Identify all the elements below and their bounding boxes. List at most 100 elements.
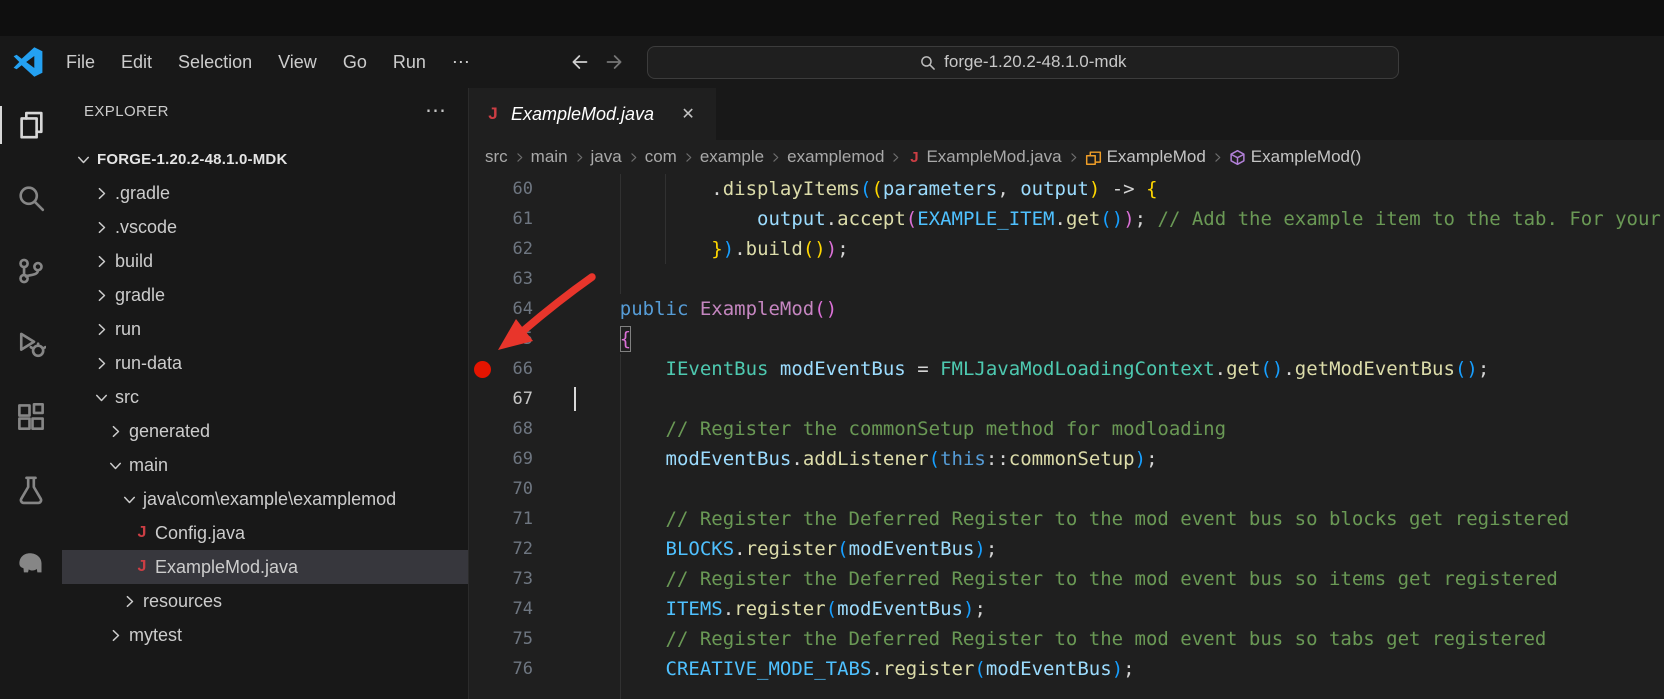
tree-item-vscode[interactable]: .vscode: [62, 210, 468, 244]
nav-forward-button[interactable]: [597, 45, 633, 79]
breadcrumb-5-examplemod[interactable]: examplemod: [787, 147, 884, 167]
activity-testing[interactable]: [0, 465, 62, 515]
code-token: modEventBus: [985, 658, 1112, 680]
code-token: addListener: [802, 448, 929, 470]
tree-item-run[interactable]: run: [62, 312, 468, 346]
tree-item-resources[interactable]: resources: [62, 584, 468, 618]
activity-extensions[interactable]: [0, 392, 62, 442]
tree-item-build[interactable]: build: [62, 244, 468, 278]
menu-go[interactable]: Go: [330, 45, 380, 80]
code-token: register: [882, 658, 975, 680]
menu-view[interactable]: View: [265, 45, 330, 80]
tree-item-forge-1-20-2-48-1-0-mdk[interactable]: FORGE-1.20.2-48.1.0-MDK: [62, 142, 468, 176]
line-number: 75: [512, 629, 533, 649]
tree-item-java-com-example-examplemod[interactable]: java\com\example\examplemod: [62, 482, 468, 516]
menu-edit[interactable]: Edit: [108, 45, 165, 80]
code-line-76[interactable]: 76 CREATIVE_MODE_TABS.register(modEventB…: [469, 654, 1664, 684]
tree-item-gradle[interactable]: gradle: [62, 278, 468, 312]
code-token: (: [837, 538, 849, 560]
line-number: 60: [512, 179, 533, 199]
tree-item-label: generated: [129, 420, 211, 441]
code-line-68[interactable]: 68 // Register the commonSetup method fo…: [469, 414, 1664, 444]
breadcrumb-4-example[interactable]: example: [700, 147, 764, 167]
code-line-75[interactable]: 75 // Register the Deferred Register to …: [469, 624, 1664, 654]
line-number: 62: [512, 239, 533, 259]
tab-examplemod-java[interactable]: ExampleMod.java ✕: [469, 88, 717, 140]
tree-item-main[interactable]: main: [62, 448, 468, 482]
command-center[interactable]: forge-1.20.2-48.1.0-mdk: [646, 45, 1399, 79]
explorer-actions-button[interactable]: ⋯: [425, 100, 446, 121]
tree-item-gradle[interactable]: .gradle: [62, 176, 468, 210]
activity-search[interactable]: [0, 173, 62, 223]
menu-bar: File Edit Selection View Go Run ⋯: [53, 45, 483, 80]
activity-source-control[interactable]: [0, 246, 62, 296]
code-token: .: [711, 178, 723, 200]
breadcrumb-3-com[interactable]: com: [645, 147, 677, 167]
tree-item-label: run-data: [115, 352, 183, 373]
tree-item-generated[interactable]: generated: [62, 414, 468, 448]
tree-item-mytest[interactable]: mytest: [62, 618, 468, 652]
code-line-63[interactable]: 63: [469, 264, 1664, 294]
code-line-71[interactable]: 71 // Register the Deferred Register to …: [469, 504, 1664, 534]
breadcrumb-separator: [1067, 151, 1080, 164]
code-line-67[interactable]: 67: [469, 384, 1664, 414]
chevron-right-icon: [118, 590, 140, 612]
breadcrumb-7-examplemod[interactable]: ExampleMod: [1085, 147, 1206, 167]
chevron-right-icon: [90, 284, 112, 306]
activity-gradle[interactable]: [0, 538, 62, 588]
menu-selection[interactable]: Selection: [165, 45, 265, 80]
code-line-66[interactable]: 66 IEventBus modEventBus = FMLJavaModLoa…: [469, 354, 1664, 384]
class-symbol-icon: [1085, 149, 1102, 166]
search-icon: [921, 55, 935, 70]
code-token: (: [1260, 358, 1272, 380]
breadcrumb-label: com: [644, 147, 677, 166]
menu-file[interactable]: File: [53, 45, 108, 80]
code-line-60[interactable]: 60 .displayItems((parameters, output) ->…: [469, 174, 1664, 204]
code-token: ::: [985, 448, 1009, 470]
code-token: .: [1283, 358, 1295, 380]
java-file-icon: [907, 149, 921, 166]
code-token: ): [1466, 358, 1478, 380]
tab-close-icon[interactable]: ✕: [676, 102, 700, 126]
breadcrumb-1-main[interactable]: main: [531, 147, 568, 167]
menu-more[interactable]: ⋯: [439, 45, 483, 80]
breakpoint-dot[interactable]: [474, 361, 491, 378]
menu-run[interactable]: Run: [380, 45, 439, 80]
line-number: 69: [512, 449, 533, 469]
code-token: register: [734, 598, 826, 620]
activity-explorer[interactable]: [0, 100, 62, 150]
tree-item-config-java[interactable]: Config.java: [62, 516, 468, 550]
code-token: // Add the example item to the tab. For …: [1157, 208, 1661, 230]
code-line-61[interactable]: 61 output.accept(EXAMPLE_ITEM.get()); //…: [469, 204, 1664, 234]
tree-item-run-data[interactable]: run-data: [62, 346, 468, 380]
code-line-65[interactable]: 65 {: [469, 324, 1664, 354]
code-token: ): [825, 238, 838, 260]
code-line-69[interactable]: 69 modEventBus.addListener(this::commonS…: [469, 444, 1664, 474]
breadcrumb-2-java[interactable]: java: [591, 147, 622, 167]
chevron-down-icon: [90, 386, 112, 408]
text-cursor: [574, 387, 576, 411]
code-token: .: [791, 448, 803, 470]
code-token: get: [1226, 358, 1261, 380]
code-token: ;: [837, 238, 849, 260]
code-line-73[interactable]: 73 // Register the Deferred Register to …: [469, 564, 1664, 594]
code-line-70[interactable]: 70: [469, 474, 1664, 504]
code-line-64[interactable]: 64 public ExampleMod(): [469, 294, 1664, 324]
activity-run-debug[interactable]: [0, 319, 62, 369]
line-number: 76: [512, 659, 533, 679]
code-line-72[interactable]: 72 BLOCKS.register(modEventBus);: [469, 534, 1664, 564]
tree-item-examplemod-java[interactable]: ExampleMod.java: [62, 550, 468, 584]
tree-item-src[interactable]: src: [62, 380, 468, 414]
breadcrumb-8-examplemod[interactable]: ExampleMod(): [1229, 147, 1361, 167]
java-file-icon: [132, 558, 152, 576]
code-line-62[interactable]: 62 }).build());: [469, 234, 1664, 264]
breadcrumb-0-src[interactable]: src: [485, 147, 508, 167]
nav-back-button[interactable]: [561, 45, 597, 79]
breadcrumb-6-examplemod-java[interactable]: ExampleMod.java: [907, 147, 1061, 167]
code-line-74[interactable]: 74 ITEMS.register(modEventBus);: [469, 594, 1664, 624]
